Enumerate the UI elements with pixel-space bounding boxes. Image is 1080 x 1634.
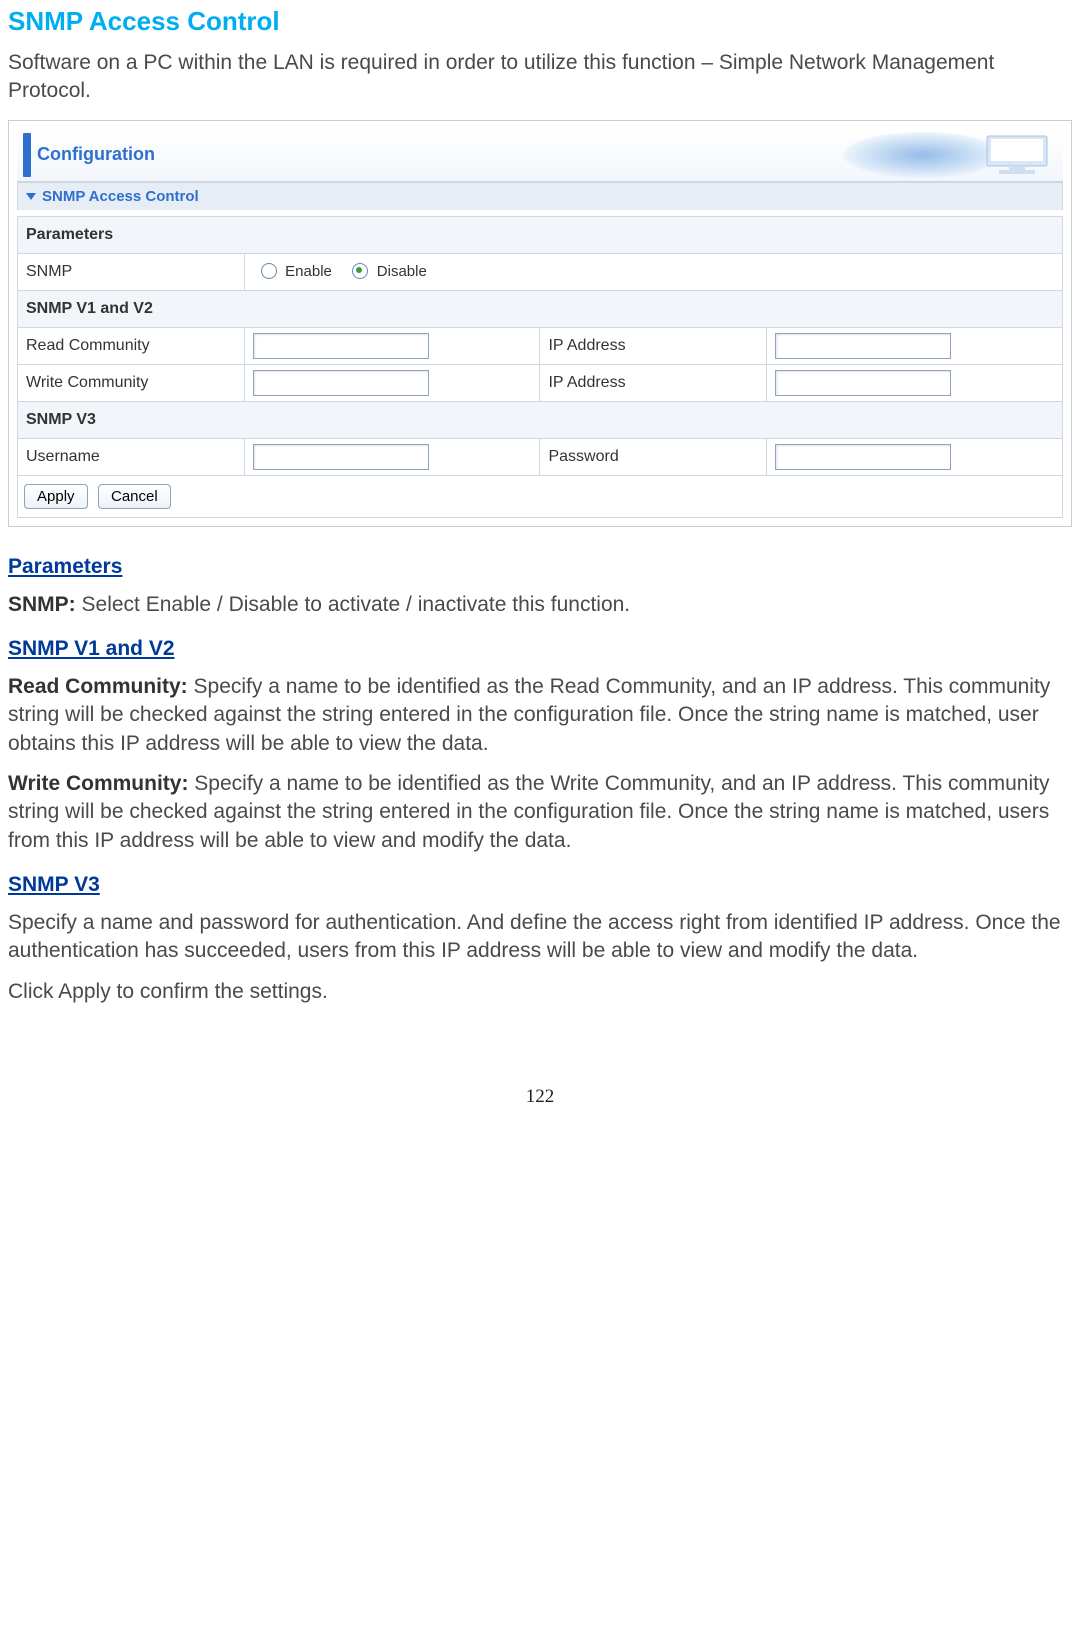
snmp-v3-heading: SNMP V3 <box>8 873 1072 897</box>
snmp-v3-text: Specify a name and password for authenti… <box>8 909 1072 966</box>
snmp-enable-label: Enable <box>285 263 332 280</box>
banner-label: Configuration <box>37 144 155 165</box>
snmp-enable-radio[interactable] <box>261 263 277 279</box>
page-title: SNMP Access Control <box>8 6 1072 37</box>
snmp-definition: SNMP: Select Enable / Disable to activat… <box>8 591 1072 619</box>
username-label: Username <box>18 438 245 475</box>
snmp-disable-radio[interactable] <box>352 263 368 279</box>
snmp-v3-header: SNMP V3 <box>18 401 1063 438</box>
caret-down-icon <box>26 193 36 200</box>
snmp-def-label: SNMP: <box>8 593 76 616</box>
read-def-label: Read Community: <box>8 675 188 698</box>
write-ip-label: IP Address <box>540 364 767 401</box>
config-banner: Configuration <box>17 129 1063 182</box>
section-toggle-snmp-access-control[interactable]: SNMP Access Control <box>17 182 1063 210</box>
snmp-v1v2-heading: SNMP V1 and V2 <box>8 637 1072 661</box>
read-ip-input[interactable] <box>775 333 951 359</box>
apply-instruction: Click Apply to confirm the settings. <box>8 978 1072 1006</box>
intro-paragraph: Software on a PC within the LAN is requi… <box>8 49 1072 106</box>
banner-accent-bar <box>23 133 31 177</box>
password-input[interactable] <box>775 444 951 470</box>
apply-button[interactable]: Apply <box>24 484 88 509</box>
write-community-definition: Write Community: Specify a name to be id… <box>8 770 1072 855</box>
write-community-input[interactable] <box>253 370 429 396</box>
read-community-definition: Read Community: Specify a name to be ide… <box>8 673 1072 758</box>
snmp-label: SNMP <box>18 253 245 290</box>
read-community-input[interactable] <box>253 333 429 359</box>
snmp-radio-group: Enable Disable <box>244 253 1062 290</box>
banner-art <box>783 132 1063 178</box>
write-community-label: Write Community <box>18 364 245 401</box>
parameters-header: Parameters <box>18 216 1063 253</box>
page-number: 122 <box>8 1086 1072 1108</box>
read-community-label: Read Community <box>18 327 245 364</box>
username-input[interactable] <box>253 444 429 470</box>
button-row: Apply Cancel <box>17 476 1063 518</box>
password-label: Password <box>540 438 767 475</box>
snmp-disable-label: Disable <box>377 263 427 280</box>
config-table: Parameters SNMP Enable Disable SNMP V1 a… <box>17 216 1063 476</box>
write-def-label: Write Community: <box>8 772 188 795</box>
snmp-v1v2-header: SNMP V1 and V2 <box>18 290 1063 327</box>
parameters-heading: Parameters <box>8 555 1072 579</box>
snmp-def-text: Select Enable / Disable to activate / in… <box>76 593 630 616</box>
write-ip-input[interactable] <box>775 370 951 396</box>
read-ip-label: IP Address <box>540 327 767 364</box>
config-screenshot: Configuration SNMP Access Control Parame… <box>8 120 1072 527</box>
cancel-button[interactable]: Cancel <box>98 484 171 509</box>
section-title: SNMP Access Control <box>42 188 199 205</box>
monitor-icon <box>969 134 1059 178</box>
